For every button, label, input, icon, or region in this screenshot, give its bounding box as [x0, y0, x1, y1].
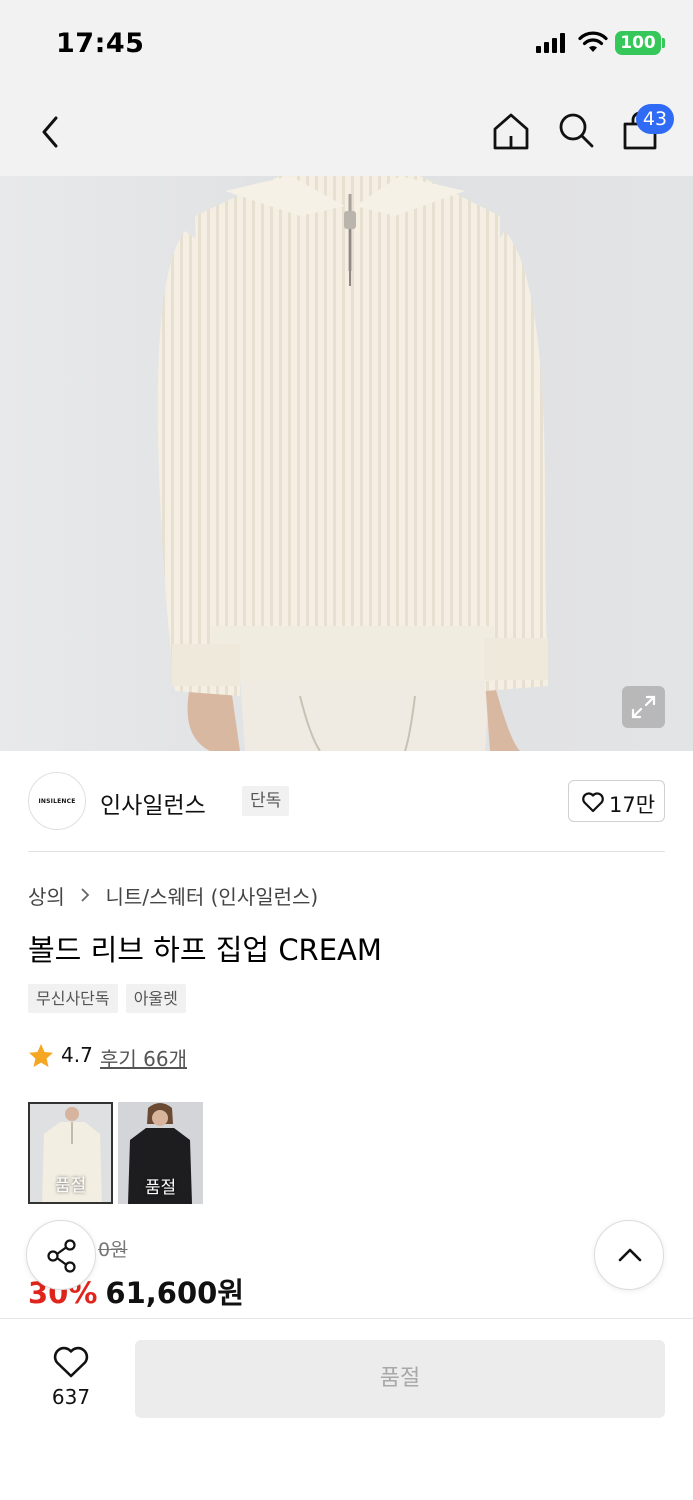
heart-icon [582, 792, 604, 813]
product-main-image[interactable] [0, 176, 693, 751]
tag-outlet: 아울렛 [125, 984, 186, 1013]
sweater-photo [0, 176, 693, 751]
search-icon[interactable] [556, 110, 596, 152]
color-option-cream[interactable]: 품절 [28, 1102, 113, 1204]
breadcrumb: 상의 니트/스웨터 (인사일런스) [28, 881, 318, 910]
battery-level: 100 [615, 31, 661, 55]
brand-row: INSILENCE 인사일런스 단독 17만 [28, 772, 665, 830]
wifi-icon [578, 31, 608, 52]
original-price: 0원 [98, 1239, 128, 1261]
back-arrow-icon[interactable] [34, 112, 66, 152]
status-time: 17:45 [56, 28, 145, 59]
breadcrumb-category[interactable]: 상의 [28, 881, 65, 910]
battery-tip [662, 38, 665, 48]
product-tags: 무신사단독 아울렛 [28, 984, 189, 1013]
chevron-up-icon [618, 1248, 642, 1262]
sale-price: 61,600원 [105, 1276, 245, 1310]
cellular-signal-icon [536, 33, 565, 53]
star-icon [29, 1044, 53, 1067]
product-title: 볼드 리브 하프 집업 CREAM [28, 933, 382, 967]
status-bar: 17:45 100 [0, 0, 693, 88]
sold-out-button[interactable]: 품절 [135, 1340, 665, 1418]
home-icon[interactable] [490, 110, 532, 152]
exclusive-badge: 단독 [242, 786, 290, 816]
divider [28, 851, 665, 852]
color-option-black[interactable]: 품절 [118, 1102, 203, 1204]
expand-icon [631, 695, 656, 719]
chevron-right-icon [79, 884, 91, 908]
brand-logo[interactable]: INSILENCE [28, 772, 86, 830]
brand-like-count: 17만 [609, 793, 656, 817]
wishlist-heart-icon[interactable] [52, 1345, 90, 1379]
share-button[interactable] [26, 1220, 96, 1290]
scroll-to-top-button[interactable] [594, 1220, 664, 1290]
review-count-link[interactable]: 후기 66개 [100, 1043, 187, 1072]
brand-like-button[interactable]: 17만 [568, 780, 665, 822]
soldout-label: 품절 [54, 1176, 87, 1196]
wishlist-count: 637 [51, 1385, 91, 1409]
breadcrumb-subcategory[interactable]: 니트/스웨터 (인사일런스) [106, 881, 319, 910]
brand-name[interactable]: 인사일런스 [100, 786, 206, 820]
tag-musinsa-exclusive: 무신사단독 [28, 984, 118, 1013]
rating-score: 4.7 [61, 1043, 93, 1067]
soldout-label: 품절 [144, 1178, 177, 1198]
cart-count-badge: 43 [636, 104, 674, 134]
expand-image-button[interactable] [622, 686, 665, 728]
top-navigation: 43 [0, 88, 693, 176]
share-icon [47, 1239, 76, 1273]
